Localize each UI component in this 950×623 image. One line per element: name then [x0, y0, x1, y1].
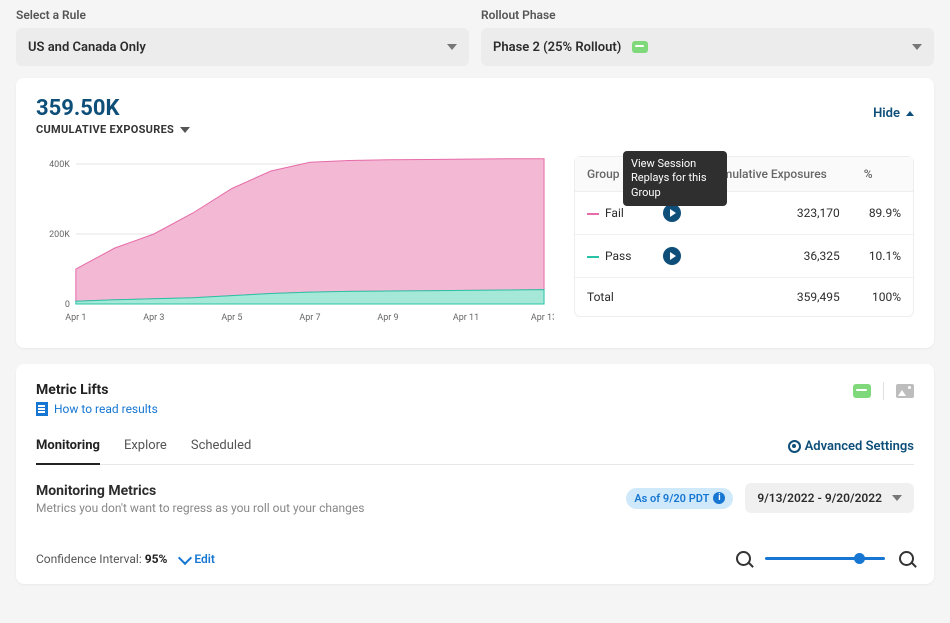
- exposure-value: 359.50K: [36, 96, 190, 121]
- tab-scheduled[interactable]: Scheduled: [191, 438, 251, 464]
- pass-legend-icon: [587, 256, 599, 258]
- svg-text:400K: 400K: [49, 160, 70, 170]
- chart-view-icon[interactable]: [853, 384, 871, 398]
- play-button-fail[interactable]: [663, 204, 681, 222]
- monitoring-subtitle: Metrics you don't want to regress as you…: [36, 501, 364, 515]
- phase-select[interactable]: Phase 2 (25% Rollout): [481, 28, 934, 66]
- advanced-settings-button[interactable]: Advanced Settings: [788, 438, 914, 464]
- zoom-controls: [736, 551, 914, 566]
- chevron-up-icon: [906, 111, 914, 116]
- svg-text:Apr 13: Apr 13: [531, 313, 554, 323]
- play-button-pass[interactable]: [663, 247, 681, 265]
- gear-icon: [788, 440, 801, 453]
- lifts-title: Metric Lifts: [36, 382, 158, 398]
- asof-pill: As of 9/20 PDT i: [626, 488, 733, 509]
- svg-text:200K: 200K: [49, 230, 70, 240]
- table-row-total: Total 359,495 100%: [575, 278, 913, 317]
- phase-label: Rollout Phase: [481, 8, 934, 22]
- chevron-down-icon: [912, 44, 922, 50]
- svg-text:0: 0: [65, 300, 70, 310]
- lifts-tabs: Monitoring Explore Scheduled Advanced Se…: [36, 438, 914, 465]
- play-tooltip: View Session Replays for this Group: [623, 151, 727, 206]
- exposure-label-dropdown[interactable]: CUMULATIVE EXPOSURES: [36, 123, 190, 136]
- svg-text:Apr 5: Apr 5: [221, 313, 242, 323]
- zoom-slider[interactable]: [765, 557, 885, 560]
- monitoring-title: Monitoring Metrics: [36, 483, 364, 499]
- th-pct: %: [852, 157, 913, 192]
- svg-text:Apr 1: Apr 1: [65, 313, 86, 323]
- exposures-table: View Session Replays for this Group Grou…: [574, 156, 914, 317]
- caret-down-icon: [180, 127, 190, 133]
- info-icon[interactable]: i: [713, 492, 725, 504]
- hide-button[interactable]: Hide: [873, 106, 914, 121]
- pencil-icon: [178, 550, 192, 564]
- chevron-down-icon: [447, 44, 457, 50]
- date-range-picker[interactable]: 9/13/2022 - 9/20/2022: [745, 483, 914, 513]
- divider: [883, 382, 884, 400]
- chevron-down-icon: [892, 495, 902, 501]
- zoom-in-icon[interactable]: [899, 551, 914, 566]
- how-to-read-link[interactable]: How to read results: [36, 402, 158, 416]
- table-row: Pass 36,325 10.1%: [575, 235, 913, 278]
- svg-text:Apr 7: Apr 7: [299, 313, 320, 323]
- image-view-icon[interactable]: [896, 384, 914, 398]
- rule-label: Select a Rule: [16, 8, 469, 22]
- document-icon: [36, 402, 48, 416]
- phase-value: Phase 2 (25% Rollout): [493, 40, 621, 55]
- zoom-out-icon[interactable]: [736, 551, 751, 566]
- ci-edit-button[interactable]: Edit: [180, 552, 215, 566]
- metric-lifts-card: Metric Lifts How to read results Monitor…: [16, 364, 934, 584]
- svg-text:Apr 3: Apr 3: [143, 313, 164, 323]
- exposures-chart: 0 200K 400K Apr 1 Apr 3 Apr 5 Apr 7 Apr 9 Apr 11…: [36, 156, 554, 330]
- fail-legend-icon: [587, 213, 599, 215]
- tab-monitoring[interactable]: Monitoring: [36, 438, 100, 465]
- ci-label: Confidence Interval: 95% Edit: [36, 552, 215, 566]
- svg-text:Apr 11: Apr 11: [453, 313, 479, 323]
- exposures-card: 359.50K CUMULATIVE EXPOSURES Hide 0 200K 4…: [16, 78, 934, 348]
- rule-value: US and Canada Only: [28, 40, 146, 55]
- svg-text:Apr 9: Apr 9: [377, 313, 398, 323]
- tab-explore[interactable]: Explore: [124, 438, 167, 464]
- phase-badge-icon: [632, 41, 648, 53]
- rule-select[interactable]: US and Canada Only: [16, 28, 469, 66]
